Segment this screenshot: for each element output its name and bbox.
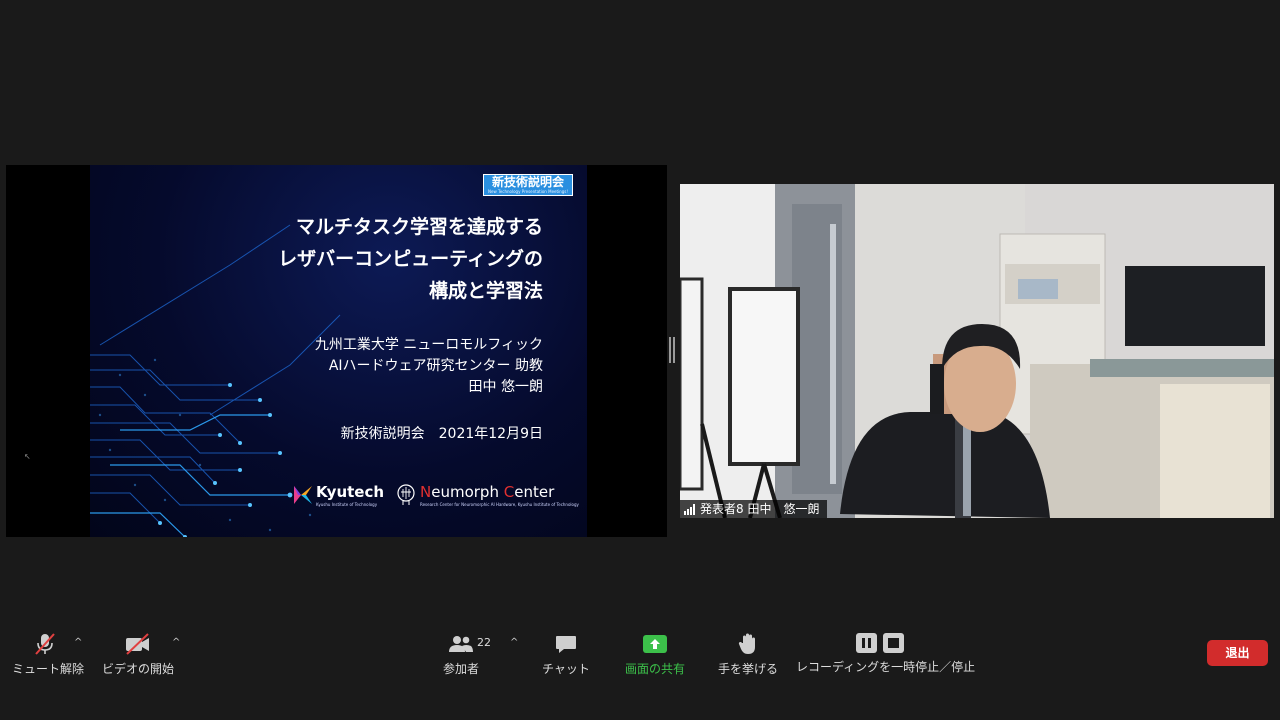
start-video-button[interactable]: ビデオの開始 — [102, 632, 174, 677]
participants-label: 参加者 — [442, 662, 479, 676]
participants-count: 22 — [477, 636, 491, 649]
meeting-badge-title: 新技術説明会 — [491, 175, 564, 189]
presentation-slide: 新技術説明会 New Technology Presentation Meeti… — [90, 165, 587, 537]
neumorph-center-logo: Neumorph Center Research Center for Neur… — [394, 481, 579, 511]
video-frame-image — [680, 184, 1274, 518]
slide-title-line: マルチタスク学習を達成する — [295, 216, 543, 238]
share-screen-icon — [643, 635, 667, 653]
presenter-name: 田中 悠一朗 — [468, 379, 543, 395]
shared-screen: 新技術説明会 New Technology Presentation Meeti… — [6, 165, 667, 537]
participant-video[interactable] — [680, 184, 1274, 518]
cursor-icon: ↖ — [24, 452, 31, 461]
kyutech-logo-mark-icon — [294, 486, 312, 504]
recording-label: レコーディングを一時停止／停止 — [796, 660, 976, 674]
affiliation-line: AIハードウェア研究センター 助教 — [328, 358, 543, 374]
affiliation-line: 九州工業大学 ニューロモルフィック — [314, 337, 543, 353]
unmute-button[interactable]: ミュート解除 — [12, 632, 85, 677]
pause-stop-icon — [856, 633, 904, 653]
kyutech-logo: Kyutech Kyushu Institute of Technology — [292, 481, 392, 511]
participants-options-caret-icon[interactable]: ^ — [510, 637, 518, 648]
chat-icon — [556, 636, 576, 653]
slide-event-date: 新技術説明会 2021年12月9日 — [340, 426, 543, 442]
neumorph-logo-text: Neumorph Center — [420, 483, 555, 501]
participant-name: 発表者8 田中 悠一朗 — [700, 502, 820, 516]
share-screen-label: 画面の共有 — [624, 662, 685, 676]
slide-affiliation: 九州工業大学 ニューロモルフィック AIハードウェア研究センター 助教 田中 悠… — [203, 335, 543, 398]
signal-icon — [684, 503, 695, 515]
microphone-muted-icon — [35, 633, 55, 655]
raise-hand-button[interactable]: 手を挙げる — [716, 632, 780, 677]
participant-name-tag: 発表者8 田中 悠一朗 — [680, 500, 828, 518]
slide-title-line: レザバーコンピューティングの — [278, 248, 543, 270]
slide-title-line: 構成と学習法 — [428, 280, 543, 302]
kyutech-logo-subtext: Kyushu Institute of Technology — [316, 502, 378, 507]
slide-title: マルチタスク学習を達成する レザバーコンピューティングの 構成と学習法 — [183, 211, 543, 307]
meeting-badge-subtitle: New Technology Presentation Meetings! — [488, 189, 568, 194]
split-view-handle[interactable] — [669, 337, 675, 363]
leave-button[interactable]: 退出 — [1207, 640, 1268, 666]
raise-hand-icon — [738, 633, 755, 654]
chat-label: チャット — [542, 662, 590, 676]
neumorph-logo-subtext: Research Center for Neuromorphic AI Hard… — [420, 502, 579, 507]
chat-button[interactable]: チャット — [540, 632, 592, 677]
audio-options-caret-icon[interactable]: ^ — [74, 637, 82, 648]
video-off-icon — [126, 633, 149, 655]
start-video-label: ビデオの開始 — [102, 662, 175, 676]
neumorph-brain-icon — [397, 484, 415, 505]
recording-icons — [856, 632, 906, 654]
recording-controls[interactable]: レコーディングを一時停止／停止 — [796, 632, 976, 675]
participants-icon — [449, 636, 473, 652]
meeting-window: 新技術説明会 New Technology Presentation Meeti… — [0, 0, 1280, 720]
unmute-label: ミュート解除 — [12, 662, 85, 676]
video-options-caret-icon[interactable]: ^ — [172, 637, 180, 648]
raise-hand-label: 手を挙げる — [717, 662, 778, 676]
share-screen-button[interactable]: 画面の共有 — [620, 632, 690, 677]
kyutech-logo-text: Kyutech — [316, 483, 385, 501]
meeting-badge: 新技術説明会 New Technology Presentation Meeti… — [483, 174, 573, 196]
